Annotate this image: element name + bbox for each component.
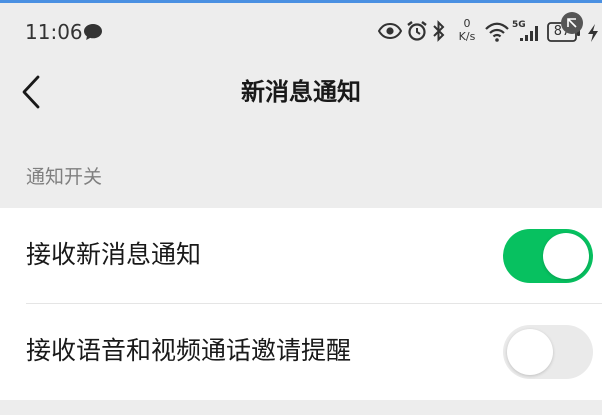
toggle-knob xyxy=(543,233,589,279)
setting-label: 接收语音和视频通话邀请提醒 xyxy=(26,336,352,365)
nav-bar: 新消息通知 xyxy=(0,58,602,128)
new-message-notification-toggle[interactable] xyxy=(503,229,593,283)
setting-row-voice-video-call-reminder[interactable]: 接收语音和视频通话邀请提醒 xyxy=(0,304,602,400)
voice-video-call-reminder-toggle[interactable] xyxy=(503,325,593,379)
signal-icon: 5G xyxy=(512,20,538,41)
chat-bubble-icon xyxy=(84,24,102,40)
charging-icon xyxy=(588,24,598,42)
bluetooth-icon xyxy=(433,20,445,42)
net-speed: 0 K/s xyxy=(454,17,480,43)
alarm-icon xyxy=(407,21,427,41)
status-bar: 11:06 0 K/s 5G 87 xyxy=(0,3,602,58)
setting-row-new-message-notification[interactable]: 接收新消息通知 xyxy=(0,208,602,304)
net-speed-unit: K/s xyxy=(458,30,476,43)
floating-badge[interactable] xyxy=(561,12,583,34)
signal-label: 5G xyxy=(512,20,526,30)
eye-icon xyxy=(378,23,402,39)
wifi-icon xyxy=(485,22,509,42)
section-header: 通知开关 xyxy=(26,166,103,188)
net-speed-value: 0 xyxy=(463,17,471,30)
settings-list: 接收新消息通知 接收语音和视频通话邀请提醒 xyxy=(0,208,602,400)
expand-icon xyxy=(567,18,577,28)
status-time: 11:06 xyxy=(25,20,83,44)
toggle-knob xyxy=(507,329,553,375)
page-title: 新消息通知 xyxy=(241,78,361,106)
setting-label: 接收新消息通知 xyxy=(26,240,202,269)
